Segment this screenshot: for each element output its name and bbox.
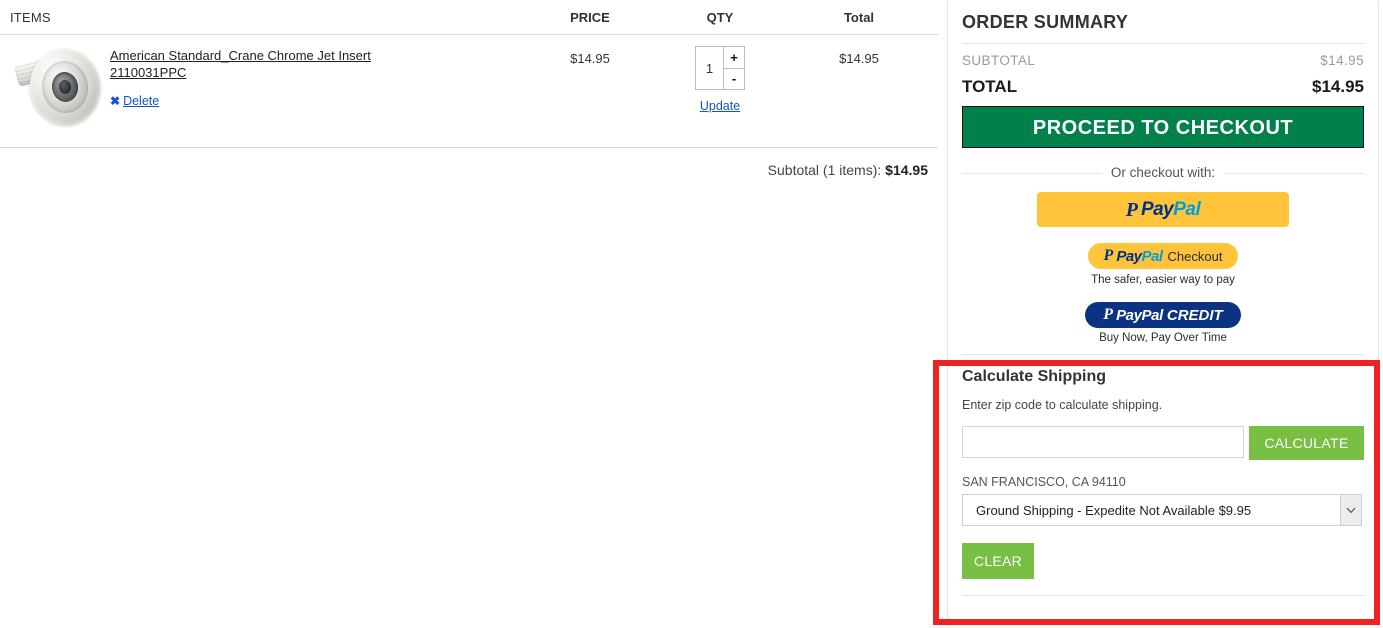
column-header-items: ITEMS bbox=[10, 9, 51, 25]
shipping-method-selected-value[interactable]: Ground Shipping - Expedite Not Available… bbox=[962, 494, 1362, 526]
cart-subtotal-value: $14.95 bbox=[885, 162, 928, 178]
zip-entry-row: CALCULATE bbox=[962, 426, 1364, 460]
or-checkout-label: Or checkout with: bbox=[1102, 165, 1224, 180]
summary-subtotal-value: $14.95 bbox=[1320, 53, 1364, 68]
summary-total-value: $14.95 bbox=[1312, 77, 1364, 96]
quantity-increment-button[interactable]: + bbox=[724, 47, 744, 69]
or-checkout-divider: Or checkout with: bbox=[962, 165, 1364, 180]
paypal-p-glyph: P bbox=[1103, 306, 1114, 323]
calculate-button[interactable]: CALCULATE bbox=[1248, 426, 1364, 460]
chevron-down-icon[interactable] bbox=[1340, 495, 1361, 525]
quantity-value[interactable]: 1 bbox=[696, 47, 723, 89]
cart-panel: ITEMS PRICE QTY Total American Standard_… bbox=[0, 0, 938, 628]
quantity-decrement-button[interactable]: - bbox=[724, 68, 744, 89]
proceed-to-checkout-button[interactable]: PROCEED TO CHECKOUT bbox=[962, 106, 1364, 148]
paypal-pal-text: Pal bbox=[1173, 198, 1201, 220]
paypal-checkout-button[interactable]: P Pay Pal Checkout bbox=[1087, 243, 1239, 269]
zip-code-input[interactable] bbox=[962, 426, 1244, 458]
delete-item-row: ✖ Delete bbox=[110, 94, 410, 108]
summary-total-row: TOTAL $14.95 bbox=[962, 74, 1364, 106]
divider-rule-right bbox=[1224, 172, 1364, 174]
summary-subtotal-row: SUBTOTAL $14.95 bbox=[962, 44, 1364, 74]
paypal-button[interactable]: P Pay Pal bbox=[1037, 192, 1289, 227]
paypal-credit-block: P PayPal CREDIT Buy Now, Pay Over Time bbox=[962, 302, 1364, 344]
product-title-link[interactable]: American Standard_Crane Chrome Jet Inser… bbox=[110, 47, 410, 81]
product-core-shape bbox=[58, 79, 72, 95]
paypal-credit-tagline: Buy Now, Pay Over Time bbox=[1099, 332, 1227, 344]
column-header-total: Total bbox=[843, 9, 875, 25]
quantity-stepper[interactable]: 1 + - bbox=[695, 46, 745, 90]
order-summary-panel: ORDER SUMMARY SUBTOTAL $14.95 TOTAL $14.… bbox=[947, 1, 1379, 627]
product-ring-shape bbox=[38, 58, 92, 116]
paypal-pay-text: Pay bbox=[1116, 247, 1142, 265]
paypal-credit-button[interactable]: P PayPal CREDIT bbox=[1085, 302, 1241, 328]
close-x-icon: ✖ bbox=[110, 94, 121, 108]
shopping-cart-page: ITEMS PRICE QTY Total American Standard_… bbox=[0, 0, 1383, 628]
delete-item-link[interactable]: Delete bbox=[123, 94, 159, 108]
divider-rule-left bbox=[962, 172, 1102, 174]
page-title: ORDER SUMMARY bbox=[962, 1, 1364, 44]
paypal-pal-text: Pal bbox=[1141, 247, 1164, 265]
paypal-checkout-tagline: The safer, easier way to pay bbox=[1091, 274, 1235, 286]
quantity-cell: 1 + - Update bbox=[650, 43, 790, 113]
shipping-city-state-zip: SAN FRANCISCO, CA 94110 bbox=[962, 475, 1126, 489]
update-quantity-link[interactable]: Update bbox=[650, 99, 790, 113]
product-disc-shape bbox=[25, 44, 105, 130]
clear-button[interactable]: CLEAR bbox=[962, 543, 1034, 579]
paypal-p-glyph: P bbox=[1103, 247, 1114, 264]
column-header-qty: QTY bbox=[706, 9, 734, 25]
calculate-shipping-description: Enter zip code to calculate shipping. bbox=[962, 398, 1163, 412]
paypal-logo-icon: P Pay Pal bbox=[1126, 199, 1201, 221]
quantity-buttons: + - bbox=[723, 47, 744, 89]
item-price: $14.95 bbox=[570, 51, 610, 66]
cart-subtotal: Subtotal (1 items): $14.95 bbox=[0, 148, 938, 178]
paypal-credit-suffix: CREDIT bbox=[1166, 306, 1223, 324]
shipping-method-select[interactable]: Ground Shipping - Expedite Not Available… bbox=[962, 494, 1362, 526]
calculate-shipping-title: Calculate Shipping bbox=[962, 368, 1107, 385]
cart-item-cell: American Standard_Crane Chrome Jet Inser… bbox=[10, 43, 530, 130]
product-thumbnail-chrome-jet-insert-icon[interactable] bbox=[10, 43, 105, 130]
summary-total-label: TOTAL bbox=[962, 77, 1018, 96]
paypal-credit-wordmark: PayPal bbox=[1116, 306, 1163, 324]
bottom-divider bbox=[962, 595, 1364, 596]
paypal-p-glyph: P bbox=[1125, 198, 1138, 221]
product-inner-shape bbox=[50, 70, 80, 104]
column-header-price: PRICE bbox=[570, 9, 610, 25]
paypal-checkout-block: P Pay Pal Checkout The safer, easier way… bbox=[962, 243, 1364, 286]
paypal-pay-text: Pay bbox=[1140, 198, 1174, 220]
cart-table-header: ITEMS PRICE QTY Total bbox=[0, 0, 938, 35]
table-row: American Standard_Crane Chrome Jet Inser… bbox=[0, 35, 938, 148]
item-total: $14.95 bbox=[839, 51, 879, 66]
cart-subtotal-label: Subtotal (1 items): bbox=[767, 162, 882, 178]
paypal-checkout-suffix: Checkout bbox=[1167, 248, 1223, 264]
cart-item-info: American Standard_Crane Chrome Jet Inser… bbox=[110, 43, 410, 108]
summary-subtotal-label: SUBTOTAL bbox=[962, 53, 1036, 68]
